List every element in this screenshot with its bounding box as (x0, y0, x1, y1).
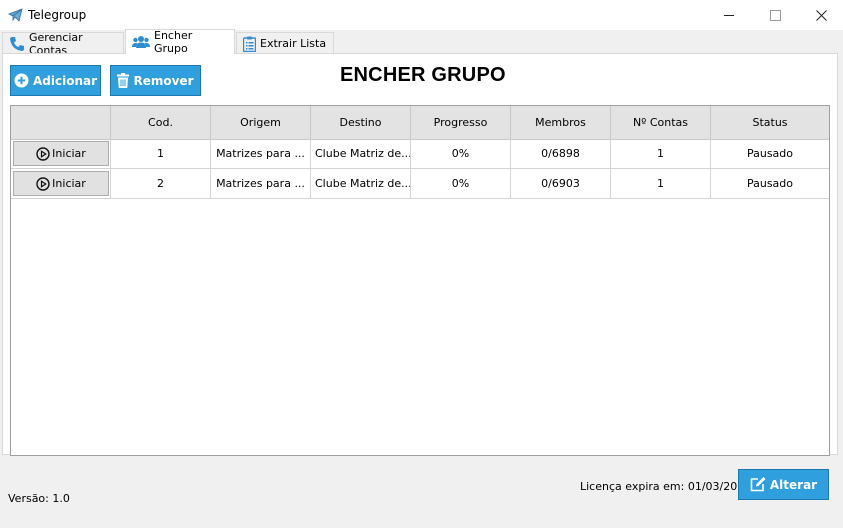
remove-button[interactable]: Remover (110, 65, 201, 96)
destino-cell: Clube Matriz de... (311, 169, 411, 198)
status-cell: Pausado (746, 177, 794, 190)
column-header-destino[interactable]: Destino (311, 106, 411, 139)
table-row[interactable]: Iniciar 1 Matrizes para ... Clube Matriz… (11, 139, 829, 169)
title-bar: Telegroup (0, 0, 843, 30)
progresso-cell: 0% (411, 139, 511, 168)
phone-icon (10, 36, 24, 51)
membros-cell: 0/6903 (511, 169, 611, 198)
column-header-status[interactable]: Status (711, 106, 829, 139)
origem-cell: Matrizes para ... (211, 169, 311, 198)
play-circle-icon (36, 146, 50, 161)
maximize-icon (769, 9, 781, 21)
destino-cell: Clube Matriz de... (311, 139, 411, 168)
table-header: Cod. Origem Destino Progresso Membros Nº… (11, 106, 829, 140)
origem-cell: Matrizes para ... (211, 139, 311, 168)
contas-cell: 1 (611, 169, 711, 198)
tab-label: Encher Grupo (154, 29, 193, 55)
tab-encher-grupo[interactable]: Encher Grupo (125, 29, 235, 55)
column-header-contas[interactable]: Nº Contas (611, 106, 711, 139)
clipboard-list-icon (243, 36, 256, 52)
column-header-cod[interactable]: Cod. (111, 106, 211, 139)
status-cell: Pausado (746, 147, 794, 160)
play-circle-icon (36, 176, 50, 191)
tab-gerenciar-contas[interactable]: Gerenciar Contas (2, 31, 124, 57)
tab-extrair-lista[interactable]: Extrair Lista (236, 32, 334, 54)
groups-table[interactable]: Cod. Origem Destino Progresso Membros Nº… (10, 105, 830, 456)
action-cell: Iniciar (11, 139, 111, 168)
plus-circle-icon (14, 73, 29, 88)
version-label: Versão: 1.0 (8, 492, 70, 505)
column-header-origem[interactable]: Origem (211, 106, 311, 139)
start-button-label: Iniciar (52, 147, 86, 160)
trash-icon (117, 73, 130, 88)
start-button[interactable]: Iniciar (13, 141, 109, 166)
remove-button-label: Remover (133, 73, 194, 88)
alter-button-label: Alterar (769, 477, 818, 492)
minimize-button[interactable] (706, 0, 752, 30)
close-icon (815, 9, 827, 21)
alter-license-button[interactable]: Alterar (738, 469, 829, 500)
contas-cell: 1 (611, 139, 711, 168)
tab-label: Extrair Lista (260, 37, 327, 50)
add-button[interactable]: Adicionar (10, 65, 101, 96)
maximize-button[interactable] (752, 0, 798, 30)
column-header-membros[interactable]: Membros (511, 106, 611, 139)
column-header-progresso[interactable]: Progresso (411, 106, 511, 139)
license-expiry: Licença expira em: 01/03/2022 (580, 480, 752, 493)
cod-cell: 2 (111, 169, 211, 198)
window-title: Telegroup (28, 8, 87, 22)
table-row[interactable]: Iniciar 2 Matrizes para ... Clube Matriz… (11, 169, 829, 199)
edit-icon (750, 477, 766, 492)
add-button-label: Adicionar (32, 73, 98, 88)
progresso-cell: 0% (411, 169, 511, 198)
cod-cell: 1 (111, 139, 211, 168)
column-header-action (11, 106, 111, 139)
users-icon (132, 36, 150, 48)
minimize-icon (724, 14, 734, 16)
action-cell: Iniciar (11, 169, 111, 198)
telegram-app-icon (8, 8, 24, 22)
page-title: ENCHER GRUPO (340, 64, 506, 86)
start-button[interactable]: Iniciar (13, 171, 109, 196)
close-button[interactable] (798, 0, 843, 30)
start-button-label: Iniciar (52, 177, 86, 190)
membros-cell: 0/6898 (511, 139, 611, 168)
